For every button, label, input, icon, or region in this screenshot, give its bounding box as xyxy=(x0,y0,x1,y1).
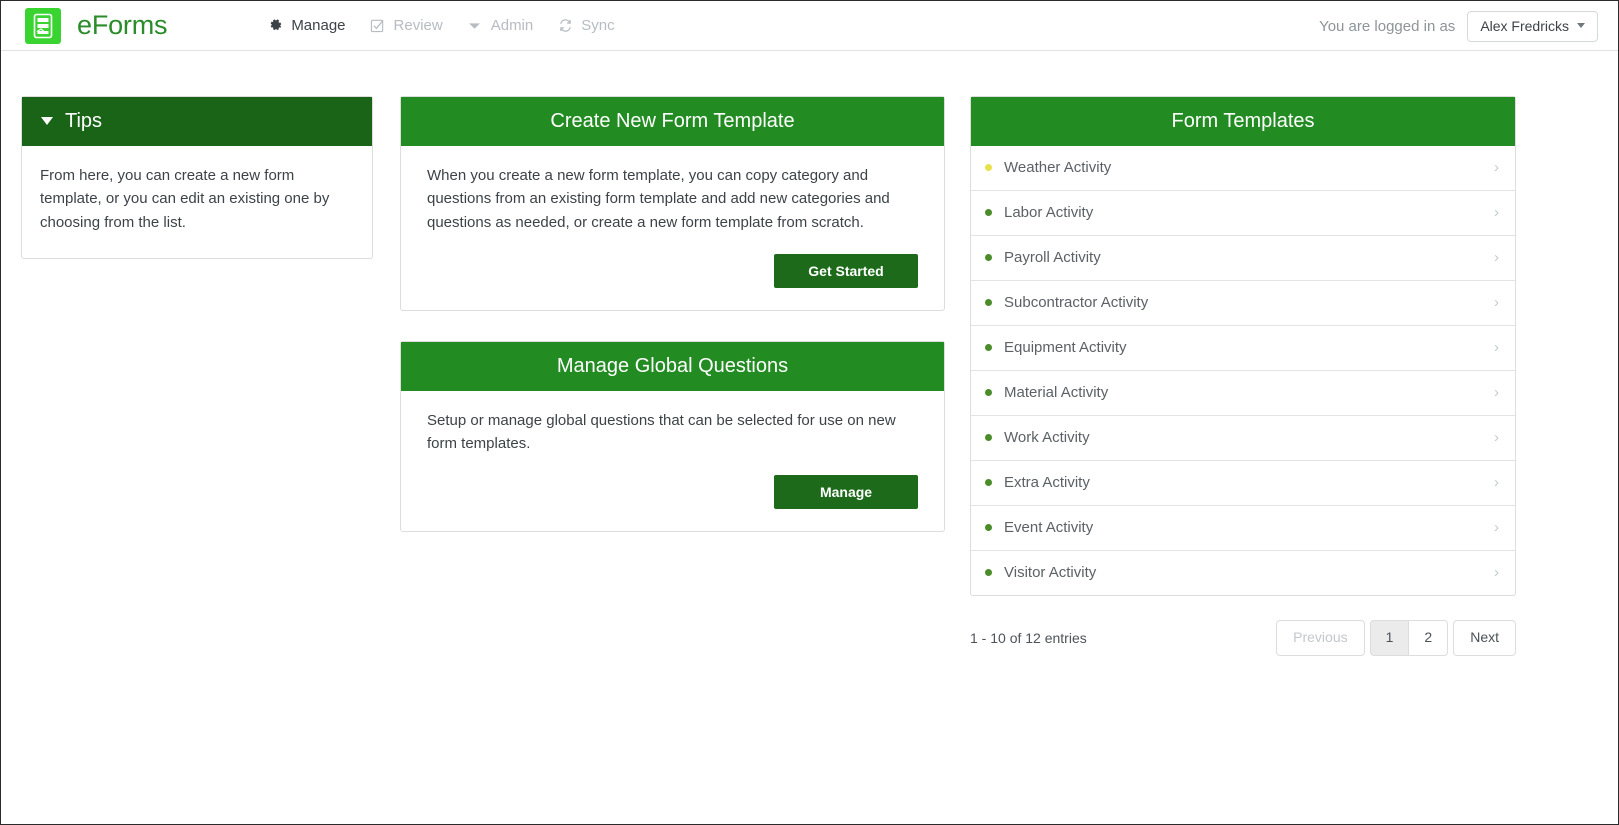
right-column: Form Templates Weather Activity › Labor Ac… xyxy=(970,96,1516,656)
app-window: eForms Manage Review Admin Sync You are … xyxy=(0,0,1619,825)
create-template-actions: Get Started xyxy=(427,253,918,288)
pagination-page-2-button[interactable]: 2 xyxy=(1409,620,1449,656)
main-nav: Manage Review Admin Sync xyxy=(267,17,615,34)
nav-label: Sync xyxy=(581,17,615,34)
chevron-right-icon: › xyxy=(1494,429,1499,446)
form-document-icon xyxy=(25,7,61,44)
caret-down-icon[interactable] xyxy=(41,117,53,125)
account-area: You are logged in as Alex Fredricks xyxy=(1319,1,1598,51)
pagination: Previous 12 Next xyxy=(1276,620,1516,656)
nav-label: Admin xyxy=(490,17,534,34)
list-item-label: Weather Activity xyxy=(1004,159,1112,176)
global-questions-body: Setup or manage global questions that ca… xyxy=(401,391,944,532)
sync-icon xyxy=(557,18,573,34)
list-item-label: Extra Activity xyxy=(1004,474,1090,491)
nav-item-sync[interactable]: Sync xyxy=(557,17,615,34)
form-templates-list: Weather Activity › Labor Activity › Payroll … xyxy=(971,146,1515,595)
tips-title: Tips xyxy=(65,110,103,132)
user-menu-button[interactable]: Alex Fredricks xyxy=(1467,10,1598,42)
nav-item-manage[interactable]: Manage xyxy=(267,17,346,34)
status-dot-icon xyxy=(985,434,992,441)
tips-panel-body: From here, you can create a new form tem… xyxy=(22,146,372,258)
global-questions-actions: Manage xyxy=(427,475,918,510)
list-item-label: Payroll Activity xyxy=(1004,249,1101,266)
chevron-right-icon: › xyxy=(1494,519,1499,536)
status-dot-icon xyxy=(985,344,992,351)
list-item[interactable]: Equipment Activity › xyxy=(971,325,1515,370)
form-templates-panel: Form Templates Weather Activity › Labor Ac… xyxy=(970,96,1516,596)
list-item-label: Labor Activity xyxy=(1004,204,1094,221)
global-questions-text: Setup or manage global questions that ca… xyxy=(427,411,896,452)
nav-label: Manage xyxy=(291,17,346,34)
list-item[interactable]: Weather Activity › xyxy=(971,146,1515,190)
get-started-button[interactable]: Get Started xyxy=(774,253,918,288)
pagination-page-1-button[interactable]: 1 xyxy=(1369,620,1410,656)
list-item-label: Event Activity xyxy=(1004,519,1094,536)
chevron-right-icon: › xyxy=(1494,564,1499,581)
list-item[interactable]: Work Activity › xyxy=(971,415,1515,460)
status-dot-icon xyxy=(985,164,992,171)
nav-item-review[interactable]: Review xyxy=(370,17,443,34)
brand-logo-link[interactable]: eForms xyxy=(25,7,168,44)
list-item[interactable]: Visitor Activity › xyxy=(971,550,1515,595)
chevron-right-icon: › xyxy=(1494,384,1499,401)
gear-icon xyxy=(267,18,283,34)
list-item[interactable]: Labor Activity › xyxy=(971,190,1515,235)
entries-info: 1 - 10 of 12 entries xyxy=(970,629,1087,646)
checkbox-icon xyxy=(370,18,386,34)
tips-panel-header[interactable]: Tips xyxy=(22,97,372,146)
pagination-pages: 12 xyxy=(1369,620,1449,656)
form-templates-footer: 1 - 10 of 12 entries Previous 12 Next xyxy=(970,620,1516,656)
user-name: Alex Fredricks xyxy=(1480,17,1569,34)
caret-down-icon xyxy=(467,18,483,34)
nav-item-admin[interactable]: Admin xyxy=(467,17,534,34)
chevron-right-icon: › xyxy=(1494,159,1499,176)
nav-label: Review xyxy=(393,17,443,34)
manage-button[interactable]: Manage xyxy=(774,475,918,510)
list-item-label: Subcontractor Activity xyxy=(1004,294,1149,311)
status-dot-icon xyxy=(985,299,992,306)
global-questions-title: Manage Global Questions xyxy=(556,354,789,377)
middle-column: Create New Form Template When you create… xyxy=(400,96,945,562)
list-item-label: Work Activity xyxy=(1004,429,1090,446)
create-template-body: When you create a new form template, you… xyxy=(401,146,944,310)
form-templates-header: Form Templates xyxy=(971,97,1515,146)
page-content: Tips From here, you can create a new for… xyxy=(1,51,1618,656)
list-item[interactable]: Payroll Activity › xyxy=(971,235,1515,280)
status-dot-icon xyxy=(985,524,992,531)
status-dot-icon xyxy=(985,254,992,261)
global-questions-panel: Manage Global Questions Setup or manage … xyxy=(400,340,945,533)
brand-name: eForms xyxy=(77,10,168,40)
chevron-right-icon: › xyxy=(1494,474,1499,491)
pagination-next-button[interactable]: Next xyxy=(1453,620,1516,656)
chevron-right-icon: › xyxy=(1494,339,1499,356)
create-template-text: When you create a new form template, you… xyxy=(427,167,890,231)
logged-in-label: You are logged in as xyxy=(1319,17,1456,35)
list-item[interactable]: Subcontractor Activity › xyxy=(971,280,1515,325)
list-item[interactable]: Material Activity › xyxy=(971,370,1515,415)
status-dot-icon xyxy=(985,209,992,216)
tips-panel: Tips From here, you can create a new for… xyxy=(21,96,373,259)
list-item[interactable]: Extra Activity › xyxy=(971,460,1515,505)
create-template-header: Create New Form Template xyxy=(401,97,944,146)
status-dot-icon xyxy=(985,569,992,576)
top-navigation-bar: eForms Manage Review Admin Sync You are … xyxy=(1,1,1618,51)
create-template-panel: Create New Form Template When you create… xyxy=(400,96,945,311)
pagination-previous-button[interactable]: Previous xyxy=(1276,620,1365,656)
caret-down-icon xyxy=(1577,23,1585,28)
tips-text: From here, you can create a new form tem… xyxy=(40,167,330,231)
status-dot-icon xyxy=(985,389,992,396)
status-dot-icon xyxy=(985,479,992,486)
create-template-title: Create New Form Template xyxy=(550,110,795,132)
list-item[interactable]: Event Activity › xyxy=(971,505,1515,550)
global-questions-header: Manage Global Questions xyxy=(401,341,944,391)
left-column: Tips From here, you can create a new for… xyxy=(21,96,373,289)
list-item-label: Visitor Activity xyxy=(1004,564,1097,581)
list-item-label: Material Activity xyxy=(1004,384,1109,401)
chevron-right-icon: › xyxy=(1494,204,1499,221)
list-item-label: Equipment Activity xyxy=(1004,339,1127,356)
form-templates-title: Form Templates xyxy=(1171,110,1315,132)
chevron-right-icon: › xyxy=(1494,294,1499,311)
chevron-right-icon: › xyxy=(1494,249,1499,266)
